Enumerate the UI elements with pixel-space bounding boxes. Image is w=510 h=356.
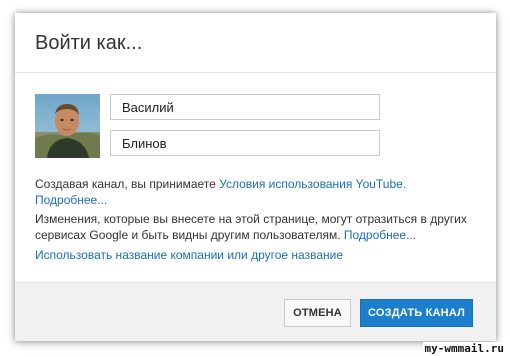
changes-text: Изменения, которые вы внесете на этой ст… bbox=[35, 211, 485, 243]
create-channel-dialog: Войти как... Создавая канал, вы принимае… bbox=[15, 13, 496, 341]
first-name-input[interactable] bbox=[110, 94, 380, 120]
terms-prefix: Создавая канал, вы принимаете bbox=[35, 177, 220, 191]
terms-link[interactable]: Условия использования YouTube. bbox=[219, 177, 406, 191]
dialog-title: Войти как... bbox=[35, 32, 143, 54]
watermark: my-wmmail.ru bbox=[422, 342, 506, 355]
terms-more-link[interactable]: Подробнее... bbox=[35, 193, 107, 207]
use-business-name-link[interactable]: Использовать название компании или друго… bbox=[35, 248, 343, 262]
create-channel-button[interactable]: СОЗДАТЬ КАНАЛ bbox=[360, 299, 473, 327]
last-name-input[interactable] bbox=[110, 130, 380, 156]
dialog-header: Войти как... bbox=[15, 13, 496, 73]
avatar bbox=[35, 94, 100, 158]
cancel-button[interactable]: ОТМЕНА bbox=[284, 299, 351, 327]
terms-text: Создавая канал, вы принимаете Условия ис… bbox=[35, 176, 485, 208]
changes-more-link[interactable]: Подробнее... bbox=[344, 228, 416, 242]
business-name-row: Использовать название компании или друго… bbox=[35, 247, 485, 263]
dialog-footer: ОТМЕНА СОЗДАТЬ КАНАЛ bbox=[15, 282, 496, 341]
